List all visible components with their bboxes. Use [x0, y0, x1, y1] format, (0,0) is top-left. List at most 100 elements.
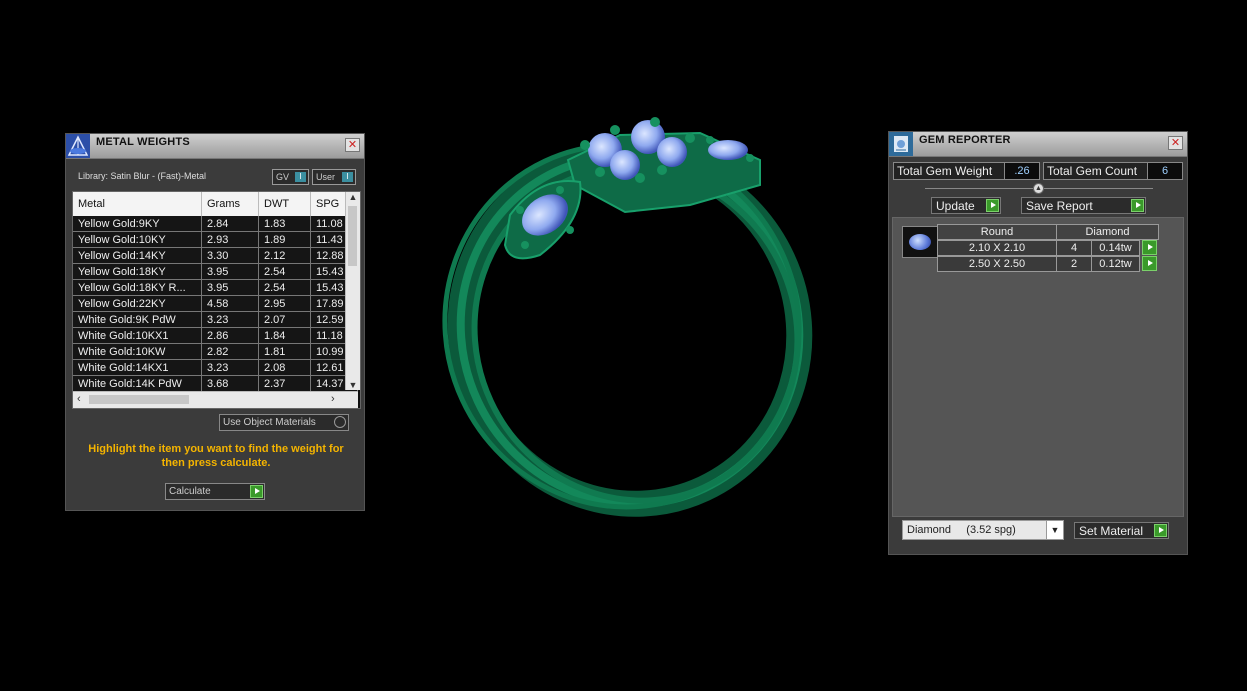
- scroll-left-icon[interactable]: ‹: [77, 393, 81, 405]
- gv-toggle[interactable]: GV I: [272, 169, 309, 185]
- table-row[interactable]: White Gold:14KX1 3.23 2.08 12.61: [73, 359, 358, 376]
- toggle-knob-icon: I: [295, 172, 306, 182]
- radio-icon: [334, 416, 346, 428]
- collapse-icon[interactable]: ▲: [1033, 183, 1044, 194]
- gem-weight-cell: 0.14tw: [1091, 240, 1140, 256]
- grams-cell: 3.68: [201, 375, 259, 392]
- report-icon: [889, 132, 913, 156]
- play-arrow-icon: [250, 485, 263, 498]
- table-row[interactable]: Yellow Gold:18KY R... 3.95 2.54 15.43: [73, 279, 358, 296]
- col-header-grams[interactable]: Grams: [201, 192, 259, 216]
- set-material-label: Set Material: [1079, 524, 1144, 538]
- chevron-down-icon[interactable]: ▼: [1046, 521, 1063, 539]
- scale-icon: [66, 134, 90, 158]
- save-report-label: Save Report: [1026, 199, 1093, 213]
- metal-cell: White Gold:9K PdW: [73, 311, 202, 328]
- table-row[interactable]: White Gold:9K PdW 3.23 2.07 12.59: [73, 311, 358, 328]
- dwt-cell: 1.84: [258, 327, 311, 344]
- grams-cell: 2.84: [201, 216, 259, 232]
- metal-cell: Yellow Gold:14KY: [73, 247, 202, 264]
- table-row[interactable]: Yellow Gold:22KY 4.58 2.95 17.89: [73, 295, 358, 312]
- gem-material-header: Diamond: [1056, 224, 1159, 240]
- grams-cell: 3.95: [201, 263, 259, 280]
- play-arrow-icon: [1131, 199, 1144, 212]
- close-icon[interactable]: ✕: [1168, 136, 1183, 150]
- gem-weight-cell: 0.12tw: [1091, 256, 1140, 272]
- close-icon[interactable]: ✕: [345, 138, 360, 152]
- table-row[interactable]: Yellow Gold:14KY 3.30 2.12 12.88: [73, 247, 358, 264]
- metal-cell: White Gold:14KX1: [73, 359, 202, 376]
- gv-toggle-label: GV: [276, 172, 290, 182]
- scroll-right-icon[interactable]: ›: [331, 393, 335, 405]
- metal-cell: White Gold:10KX1: [73, 327, 202, 344]
- table-row[interactable]: White Gold:10KX1 2.86 1.84 11.18: [73, 327, 358, 344]
- dwt-cell: 1.81: [258, 343, 311, 360]
- metal-cell: Yellow Gold:9KY: [73, 216, 202, 232]
- play-arrow-icon: [1154, 524, 1167, 537]
- calculate-button[interactable]: Calculate: [165, 483, 265, 500]
- table-row[interactable]: Yellow Gold:18KY 3.95 2.54 15.43: [73, 263, 358, 280]
- gem-count-cell: 2: [1056, 256, 1092, 272]
- dwt-cell: 2.12: [258, 247, 311, 264]
- dwt-cell: 1.89: [258, 231, 311, 248]
- set-material-button[interactable]: Set Material: [1074, 522, 1169, 539]
- gem-size-cell: 2.10 X 2.10: [937, 240, 1057, 256]
- table-row[interactable]: Yellow Gold:10KY 2.93 1.89 11.43: [73, 231, 358, 248]
- total-gem-weight-value: .26: [1004, 162, 1040, 180]
- dwt-cell: 2.54: [258, 279, 311, 296]
- metal-cell: Yellow Gold:18KY: [73, 263, 202, 280]
- metal-cell: White Gold:14K PdW: [73, 375, 202, 392]
- dwt-cell: 2.07: [258, 311, 311, 328]
- total-gem-count-value: 6: [1147, 162, 1183, 180]
- gem-reporter-titlebar[interactable]: GEM REPORTER ✕: [889, 132, 1187, 157]
- grams-cell: 2.86: [201, 327, 259, 344]
- scroll-thumb[interactable]: [89, 395, 189, 404]
- save-report-button[interactable]: Save Report: [1021, 197, 1146, 214]
- scroll-thumb[interactable]: [348, 206, 357, 266]
- dwt-cell: 2.54: [258, 263, 311, 280]
- grams-cell: 3.95: [201, 279, 259, 296]
- user-toggle[interactable]: User I: [312, 169, 356, 185]
- metal-table[interactable]: Metal Grams DWT SPG Yellow Gold:9KY 2.84 1…: [72, 191, 361, 409]
- dwt-cell: 2.95: [258, 295, 311, 312]
- use-object-materials-button[interactable]: Use Object Materials: [219, 414, 349, 431]
- col-header-metal[interactable]: Metal: [73, 192, 202, 216]
- toggle-knob-icon: I: [342, 172, 353, 182]
- gem-size-cell: 2.50 X 2.50: [937, 256, 1057, 272]
- table-row[interactable]: White Gold:10KW 2.82 1.81 10.99: [73, 343, 358, 360]
- material-select-value: Diamond (3.52 spg): [907, 524, 1016, 536]
- dwt-cell: 2.37: [258, 375, 311, 392]
- gem-reporter-title: GEM REPORTER: [919, 134, 1011, 146]
- user-toggle-label: User: [316, 172, 336, 182]
- scroll-down-icon[interactable]: ▼: [346, 380, 360, 390]
- dwt-cell: 1.83: [258, 216, 311, 232]
- metal-weights-panel: METAL WEIGHTS ✕ Library: Satin Blur - (F…: [65, 133, 365, 511]
- grams-cell: 2.82: [201, 343, 259, 360]
- scroll-up-icon[interactable]: ▲: [346, 192, 360, 202]
- metal-cell: Yellow Gold:18KY R...: [73, 279, 202, 296]
- gem-count-cell: 4: [1056, 240, 1092, 256]
- horizontal-scrollbar[interactable]: ‹ ›: [73, 391, 358, 408]
- update-label: Update: [936, 199, 975, 213]
- gem-shape-header: Round: [937, 224, 1057, 240]
- grams-cell: 2.93: [201, 231, 259, 248]
- instruction-text: Highlight the item you want to find the …: [88, 443, 344, 469]
- play-arrow-icon: [986, 199, 999, 212]
- library-label: Library: Satin Blur - (Fast)-Metal: [78, 171, 207, 181]
- metal-weights-title: METAL WEIGHTS: [96, 136, 190, 148]
- table-row[interactable]: White Gold:14K PdW 3.68 2.37 14.37: [73, 375, 358, 392]
- vertical-scrollbar[interactable]: ▲ ▼: [345, 192, 360, 390]
- table-row[interactable]: Yellow Gold:9KY 2.84 1.83 11.08: [73, 216, 358, 232]
- grams-cell: 3.23: [201, 311, 259, 328]
- use-object-materials-label: Use Object Materials: [223, 417, 316, 428]
- grams-cell: 3.30: [201, 247, 259, 264]
- dwt-cell: 2.08: [258, 359, 311, 376]
- grams-cell: 3.23: [201, 359, 259, 376]
- material-select[interactable]: Diamond (3.52 spg) ▼: [902, 520, 1064, 540]
- metal-cell: Yellow Gold:10KY: [73, 231, 202, 248]
- gem-row-arrow-icon[interactable]: [1142, 256, 1157, 271]
- gem-row-arrow-icon[interactable]: [1142, 240, 1157, 255]
- metal-weights-titlebar[interactable]: METAL WEIGHTS ✕: [66, 134, 364, 159]
- col-header-dwt[interactable]: DWT: [258, 192, 311, 216]
- update-button[interactable]: Update: [931, 197, 1001, 214]
